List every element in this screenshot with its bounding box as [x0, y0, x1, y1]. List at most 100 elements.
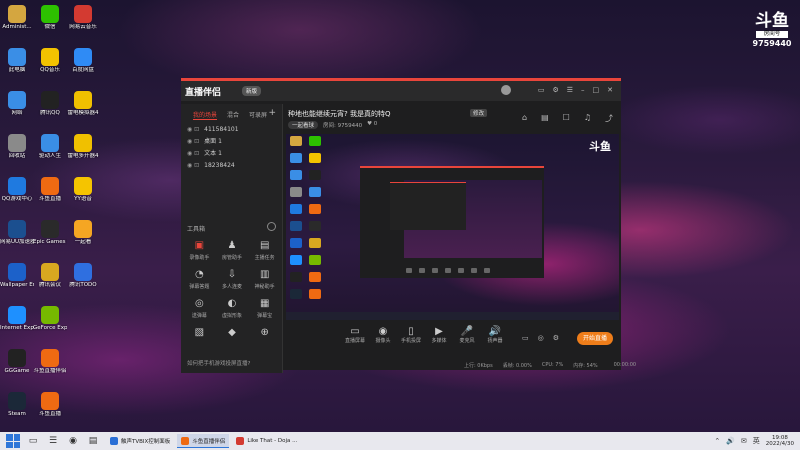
toolbar-icon[interactable]: ⤴: [605, 113, 613, 124]
toolbar-icon[interactable]: ▤: [541, 113, 549, 124]
version-badge[interactable]: 新版: [242, 86, 262, 96]
scene-sidebar: 我的场景 混合 可录屏 + ◉ ⊡ 411584101 ◉ ⊡ 桌面 1 ◉ ⊡ 文本 1 ◉ …: [181, 104, 283, 373]
toolbar-icon[interactable]: ♫: [584, 113, 591, 124]
desktop-icon[interactable]: GeForce Experience: [33, 303, 67, 341]
tool-item[interactable]: ◔ 弹幕答题: [183, 269, 216, 290]
window-control-icon[interactable]: ⚙: [552, 86, 558, 94]
source-control[interactable]: 🎤 麦克风: [452, 326, 482, 344]
desktop-icon[interactable]: QQ游戏中心: [0, 174, 34, 212]
source-control[interactable]: ▭ 直播屏幕: [340, 326, 370, 344]
desktop-icon[interactable]: 腾讯TODO: [66, 260, 100, 298]
desktop-icon[interactable]: Internet Explorer: [0, 303, 34, 341]
toolbar-icon[interactable]: ⌂: [522, 113, 527, 124]
more-icon[interactable]: [267, 222, 276, 231]
desktop-icon-label: 腾讯QQ: [40, 110, 60, 116]
window-control-icon[interactable]: ✕: [607, 86, 613, 94]
pinned-app-icon[interactable]: ☰: [46, 434, 60, 448]
tool-item[interactable]: ◐ 虚拟形象: [216, 298, 249, 319]
windows-start-icon[interactable]: [6, 434, 20, 448]
desktop-icon[interactable]: Administ...: [0, 2, 34, 40]
tray-icon[interactable]: ✉: [741, 437, 747, 445]
desktop-icon[interactable]: YY语音: [66, 174, 100, 212]
tool-item[interactable]: ▣ 录像助手: [183, 240, 216, 261]
scene-item[interactable]: ◉ ⊡ 411584101: [181, 124, 282, 136]
eye-icon[interactable]: ◉ ⊡: [187, 150, 199, 157]
desktop-icon[interactable]: 斗鱼直播: [33, 389, 67, 427]
add-scene-icon[interactable]: +: [268, 108, 276, 118]
window-control-icon[interactable]: ☰: [567, 86, 573, 94]
source-control[interactable]: ▶ 多媒体: [424, 326, 454, 344]
douyu-logo: 斗鱼: [755, 11, 789, 31]
desktop-icon[interactable]: Epic Games Launcher: [33, 217, 67, 255]
mini-control-icon[interactable]: ▭: [522, 334, 529, 342]
ime-indicator[interactable]: 英: [753, 436, 760, 446]
desktop-icon[interactable]: 回收站: [0, 131, 34, 169]
desktop-icon[interactable]: QQ音乐: [33, 45, 67, 83]
mini-control-icon[interactable]: ◎: [538, 334, 544, 342]
taskbar-app[interactable]: 触声TVBIX控制面板: [106, 434, 174, 448]
clock[interactable]: 19:08 2022/4/30: [766, 435, 794, 447]
pinned-app-icon[interactable]: ◉: [66, 434, 80, 448]
preview-app-icon: [308, 272, 321, 282]
sidebar-tab[interactable]: 混合: [227, 110, 239, 120]
pinned-app-icon[interactable]: ▤: [86, 434, 100, 448]
desktop-icon[interactable]: 此电脑: [0, 45, 34, 83]
source-control[interactable]: ◉ 摄像头: [368, 326, 398, 344]
tool-label: 虚拟形象: [221, 313, 242, 319]
tray-icon[interactable]: ⌃: [714, 437, 720, 445]
taskbar-app[interactable]: 斗鱼直播伴侣: [177, 434, 230, 448]
desktop-icon[interactable]: 网络: [0, 88, 34, 126]
category-selector[interactable]: 一起看球: [288, 121, 319, 129]
source-control[interactable]: ▯ 手机投屏: [396, 326, 426, 344]
mini-control-icon[interactable]: ⚙: [553, 334, 559, 342]
user-folder-icon: [8, 5, 26, 23]
tray-icon[interactable]: 🔊: [726, 437, 735, 445]
tool-item[interactable]: ◆: [216, 327, 249, 341]
desktop-icon[interactable]: 腾讯会议: [33, 260, 67, 298]
eye-icon[interactable]: ◉ ⊡: [187, 162, 199, 169]
desktop-icon[interactable]: 网易云音乐: [66, 2, 100, 40]
tool-item[interactable]: ▥ 神秘助手: [248, 269, 281, 290]
desktop-icon[interactable]: 网易UU加速器: [0, 217, 34, 255]
window-control-icon[interactable]: –: [581, 86, 585, 94]
scene-item[interactable]: ◉ ⊡ 文本 1: [181, 148, 282, 160]
tool-item[interactable]: ▧: [183, 327, 216, 341]
desktop-icon[interactable]: 一起看: [66, 217, 100, 255]
tool-item[interactable]: ⇩ 多人连麦: [216, 269, 249, 290]
sidebar-tab[interactable]: 可录屏: [249, 110, 267, 120]
desktop-icon[interactable]: 微信: [33, 2, 67, 40]
source-control[interactable]: 🔊 扬声器: [480, 326, 510, 344]
tool-item[interactable]: ♟ 房管助手: [216, 240, 249, 261]
window-control-icon[interactable]: □: [593, 86, 600, 94]
desktop-icon[interactable]: 腾讯QQ: [33, 88, 67, 126]
scene-item[interactable]: ◉ ⊡ 桌面 1: [181, 136, 282, 148]
toolbar-icon[interactable]: ☐: [563, 113, 570, 124]
tool-item[interactable]: ⊕: [248, 327, 281, 341]
desktop-icon-label: 雷电多开器4: [67, 153, 99, 159]
desktop-icon[interactable]: Steam: [0, 389, 34, 427]
tool-item[interactable]: ◎ 送弹幕: [183, 298, 216, 319]
edit-topic-button[interactable]: 修改: [470, 109, 488, 117]
desktop-icon[interactable]: 驱动人生: [33, 131, 67, 169]
desktop-icon[interactable]: Wallpaper Engine: [0, 260, 34, 298]
window-control-icon[interactable]: ▭: [538, 86, 545, 94]
help-link[interactable]: 如何把手机游戏投屏直播?: [187, 359, 250, 367]
desktop-icon[interactable]: 雷电模拟器4: [66, 88, 100, 126]
start-live-button[interactable]: 开始直播: [577, 332, 613, 345]
tool-item[interactable]: ▦ 弹幕宝: [248, 298, 281, 319]
tool-item[interactable]: ▤ 主播任务: [248, 240, 281, 261]
desktop-icon[interactable]: 百度网盘: [66, 45, 100, 83]
desktop-icon[interactable]: 斗鱼直播伴侣: [33, 346, 67, 384]
eye-icon[interactable]: ◉ ⊡: [187, 138, 199, 145]
scene-label: 桌面 1: [204, 138, 222, 145]
stream-preview[interactable]: 斗鱼: [286, 134, 619, 320]
eye-icon[interactable]: ◉ ⊡: [187, 126, 199, 133]
sidebar-tab[interactable]: 我的场景: [193, 110, 218, 120]
desktop-icon[interactable]: 雷电多开器4: [66, 131, 100, 169]
pinned-app-icon[interactable]: ▭: [26, 434, 40, 448]
taskbar-app[interactable]: Like That - Doja ...: [232, 434, 301, 448]
scene-item[interactable]: ◉ ⊡ 18238424: [181, 160, 282, 172]
avatar[interactable]: [501, 85, 511, 95]
desktop-icon[interactable]: GGGame: [0, 346, 34, 384]
desktop-icon[interactable]: 斗鱼直播: [33, 174, 67, 212]
